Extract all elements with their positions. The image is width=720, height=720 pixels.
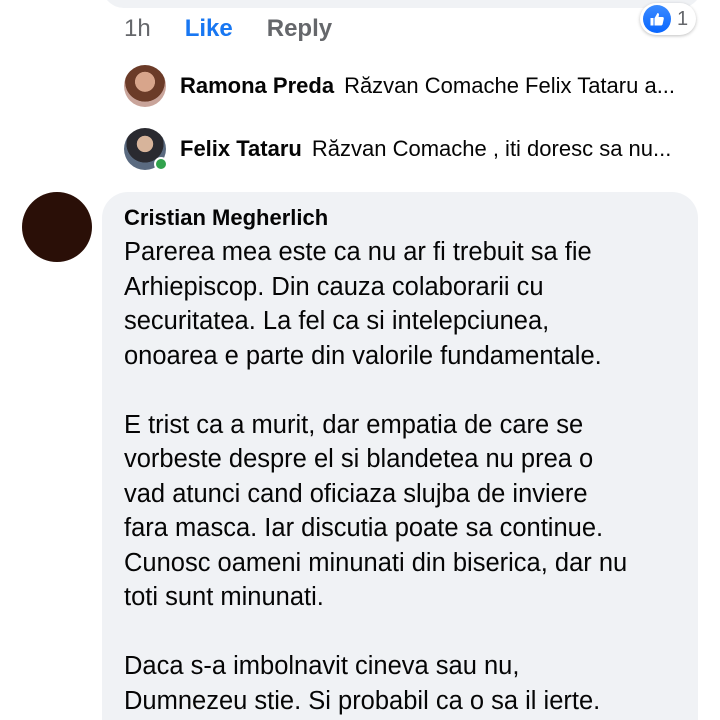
previous-comment-bubble [102, 0, 702, 8]
comment-line: vad atunci cand oficiaza slujba de invie… [124, 479, 588, 508]
comment-line: vorbeste despre el si blandetea nu prea … [124, 445, 594, 473]
reply-button[interactable]: Reply [267, 15, 332, 43]
reply-author[interactable]: Ramona Preda [180, 73, 334, 99]
avatar[interactable] [22, 192, 92, 262]
online-status-icon [154, 157, 168, 171]
comment-bubble: Cristian Megherlich Parerea mea este ca … [102, 192, 698, 720]
comment-timestamp[interactable]: 1h [124, 15, 151, 43]
like-button[interactable]: Like [185, 15, 233, 43]
comment-line: E trist ca a murit, dar empatia de care … [124, 410, 584, 439]
reply-author[interactable]: Felix Tataru [180, 136, 302, 162]
thumbs-up-icon [643, 5, 671, 33]
comment-line: Cunosc oameni minunati din biserica, dar… [124, 548, 628, 577]
comment-paragraph: Daca s-a imbolnavit cineva sau nu, Dumne… [124, 649, 678, 718]
comment-line: onoarea e parte din valorile fundamental… [124, 341, 602, 370]
comment-line: Dumnezeu stie. Si probabil ca o sa il ie… [124, 686, 601, 715]
reply-snippet: Răzvan Comache , iti doresc sa nu... [311, 136, 672, 161]
comment-paragraph: E trist ca a murit, dar empatia de care … [124, 408, 678, 615]
comment-line: securitatea. La fel ca si intelepciunea, [124, 307, 550, 335]
comment-line: Daca s-a imbolnavit cineva sau nu, [124, 652, 520, 680]
reaction-count: 1 [677, 7, 689, 30]
comment-line: Parerea mea este ca nu ar fi trebuit sa … [124, 238, 592, 266]
avatar[interactable] [124, 65, 166, 107]
comment-line: fara masca. Iar discutia poate sa contin… [124, 514, 604, 542]
comment-paragraph: Parerea mea este ca nu ar fi trebuit sa … [124, 235, 678, 373]
reaction-summary[interactable]: 1 [640, 3, 696, 35]
comment-author[interactable]: Cristian Megherlich [124, 204, 678, 232]
comment-line: Arhiepiscop. Din cauza colaborarii cu [124, 272, 544, 301]
comment-text: Parerea mea este ca nu ar fi trebuit sa … [124, 235, 678, 718]
comment-line: toti sunt minunati. [124, 583, 324, 611]
reply-preview[interactable]: Ramona Preda Răzvan Comache Felix Tataru… [124, 64, 675, 108]
avatar[interactable] [124, 128, 168, 171]
reply-snippet: Răzvan Comache Felix Tataru a... [344, 73, 676, 98]
reply-preview[interactable]: Felix Tataru Răzvan Comache , iti doresc… [124, 127, 671, 171]
comment-actions: 1h Like Reply [124, 12, 332, 46]
